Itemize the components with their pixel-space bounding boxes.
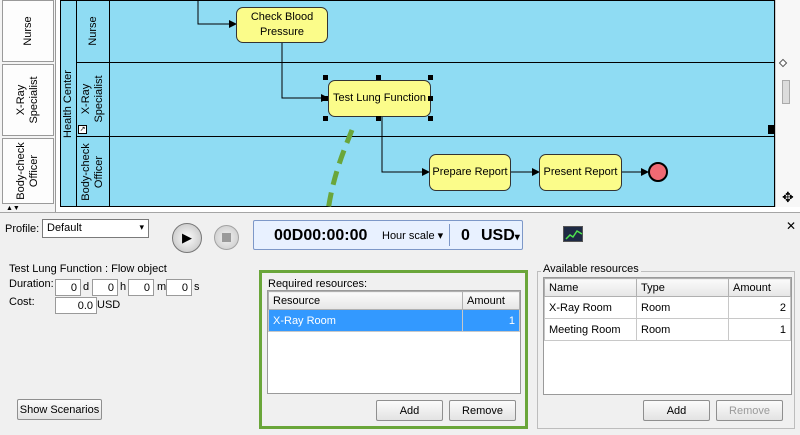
play-icon: ▶ xyxy=(182,230,192,245)
column-header[interactable]: Amount xyxy=(728,278,791,297)
days-unit: d xyxy=(83,281,90,293)
stop-icon xyxy=(222,233,231,242)
available-resources-title: Available resources xyxy=(541,263,641,275)
play-button[interactable]: ▶ xyxy=(172,223,202,253)
hours-unit: h xyxy=(120,281,127,293)
flow-object-title: Test Lung Function : Flow object xyxy=(9,263,167,275)
duration-minutes-input[interactable] xyxy=(128,279,154,296)
currency-label: USD xyxy=(481,227,515,244)
duration-hours-input[interactable] xyxy=(92,279,118,296)
cost-unit: USD xyxy=(97,299,121,311)
cost-input[interactable] xyxy=(55,297,97,314)
required-remove-button[interactable]: Remove xyxy=(449,400,516,421)
available-add-button[interactable]: Add xyxy=(643,400,710,421)
required-resources-title: Required resources: xyxy=(268,278,368,290)
chevron-down-icon: ▾ xyxy=(437,230,444,242)
clock-time: 00D00:00:00 xyxy=(274,227,368,244)
duration-seconds-input[interactable] xyxy=(166,279,192,296)
chevron-down-icon: ▾ xyxy=(139,222,144,232)
column-header[interactable]: Name xyxy=(544,278,637,297)
table-row[interactable]: X-Ray Room 1 xyxy=(268,309,520,332)
table-header: Name Type Amount xyxy=(544,278,791,297)
table-row[interactable]: X-Ray Room Room 2 xyxy=(544,296,791,319)
available-resources-table: Name Type Amount X-Ray Room Room 2 Meeti… xyxy=(544,278,791,341)
show-scenarios-button[interactable]: Show Scenarios xyxy=(17,399,102,420)
amount-cell: 2 xyxy=(728,296,791,319)
simulation-clock: 00D00:00:00 Hour scale ▾ 0 USD▾ xyxy=(253,220,523,250)
scale-label: Hour scale xyxy=(382,230,435,242)
profile-value: Default xyxy=(47,222,82,234)
profile-label: Profile: xyxy=(5,223,40,235)
type-cell: Room xyxy=(636,318,729,341)
stop-button[interactable] xyxy=(214,225,239,250)
amount-cell[interactable]: 1 xyxy=(462,309,520,332)
amount-cell: 1 xyxy=(728,318,791,341)
minutes-unit: m xyxy=(157,281,167,293)
table-header: Resource Amount xyxy=(268,291,520,310)
profile-select[interactable]: Default ▾ xyxy=(42,219,149,238)
name-cell: Meeting Room xyxy=(544,318,637,341)
cost-value: 0 xyxy=(461,227,470,244)
seconds-unit: s xyxy=(194,281,200,293)
name-cell: X-Ray Room xyxy=(544,296,637,319)
column-header[interactable]: Amount xyxy=(462,291,520,310)
clock-divider xyxy=(449,224,450,246)
table-row[interactable]: Meeting Room Room 1 xyxy=(544,318,791,341)
column-header[interactable]: Type xyxy=(636,278,729,297)
duration-label: Duration: xyxy=(9,278,54,290)
chevron-down-icon: ▾ xyxy=(514,232,520,243)
close-icon[interactable]: ✕ xyxy=(786,219,796,233)
chart-button[interactable] xyxy=(563,226,583,242)
column-header[interactable]: Resource xyxy=(268,291,463,310)
available-remove-button[interactable]: Remove xyxy=(716,400,783,421)
type-cell: Room xyxy=(636,296,729,319)
required-add-button[interactable]: Add xyxy=(376,400,443,421)
currency-select[interactable]: USD▾ xyxy=(481,227,520,245)
resource-cell: X-Ray Room xyxy=(268,309,463,332)
cost-label: Cost: xyxy=(9,296,35,308)
duration-days-input[interactable] xyxy=(55,279,81,296)
chart-icon xyxy=(565,229,583,240)
scale-select[interactable]: Hour scale ▾ xyxy=(382,229,443,242)
required-resources-table: Resource Amount X-Ray Room 1 xyxy=(268,291,520,332)
